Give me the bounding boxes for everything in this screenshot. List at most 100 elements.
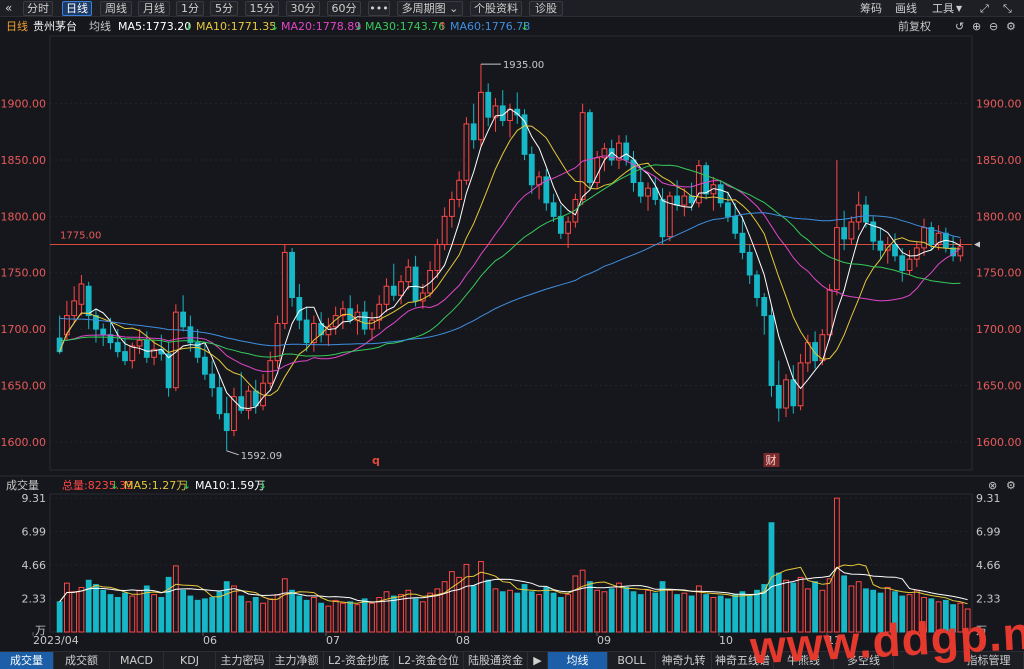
candle <box>579 103 586 206</box>
tab-macd[interactable]: MACD <box>110 652 164 669</box>
candle <box>412 255 419 307</box>
volume-bar <box>209 597 216 633</box>
candle-body <box>281 251 288 324</box>
tab-five-lines[interactable]: 神奇五线谱 <box>712 652 774 669</box>
volume-bar <box>783 579 789 633</box>
volume-bar <box>427 592 433 633</box>
volume-bar <box>775 572 782 633</box>
candle-body <box>775 384 782 409</box>
tab-l2-bottom[interactable]: L2-资金抄底 <box>324 652 394 669</box>
tab-main-code[interactable]: 主力密码 <box>216 652 270 669</box>
volume-bar <box>579 569 586 633</box>
date-tick: 09 <box>597 634 611 647</box>
tab-boll[interactable]: BOLL <box>608 652 656 669</box>
candle <box>855 191 862 230</box>
volume-bar <box>833 497 840 633</box>
tab-nine-turns[interactable]: 神奇九转 <box>656 652 712 669</box>
candle <box>448 191 455 228</box>
tab-bull-bear[interactable]: 牛熊线 <box>774 652 834 669</box>
candle <box>274 315 281 369</box>
candle-body <box>841 227 848 240</box>
tab-volume[interactable]: 成交量 <box>0 652 54 669</box>
candle <box>783 374 789 418</box>
candle <box>318 312 325 343</box>
candle-body <box>245 390 252 411</box>
dividend-marker: q <box>372 454 380 467</box>
candle <box>223 396 230 451</box>
volume-bar <box>645 589 651 633</box>
volume-bar <box>623 586 630 633</box>
tab-turnover[interactable]: 成交额 <box>54 652 110 669</box>
candle <box>325 317 332 346</box>
volume-bar <box>93 584 99 633</box>
candle-body <box>579 112 586 200</box>
volume-tick-left: 9.31 <box>22 492 47 505</box>
tab-ma[interactable]: 均线 <box>548 652 608 669</box>
volume-bar <box>122 592 128 633</box>
volume-bar <box>725 598 731 633</box>
volume-bar <box>151 594 157 633</box>
price-tick-right: 1750.00 <box>976 267 1022 280</box>
candle <box>768 306 775 397</box>
candle-body <box>790 379 797 407</box>
candle-body <box>681 195 688 206</box>
tab-main-net[interactable]: 主力净额 <box>270 652 324 669</box>
price-tick-left: 1850.00 <box>1 154 47 167</box>
scroll-right-icon[interactable]: ▶ <box>528 652 548 669</box>
volume-bar <box>158 597 165 633</box>
candle <box>754 270 760 307</box>
candle <box>354 304 361 335</box>
candle <box>797 353 804 411</box>
tab-long-short[interactable]: 多空线 <box>834 652 894 669</box>
volume-bar <box>376 597 383 633</box>
candle-body <box>674 195 680 206</box>
volume-bar <box>136 589 143 633</box>
candle <box>376 295 383 330</box>
volume-bar <box>332 599 339 633</box>
candle-body <box>383 285 390 305</box>
candle <box>528 146 535 194</box>
volume-bar <box>841 575 848 633</box>
volume-bar <box>470 585 477 633</box>
volume-bar <box>274 594 281 633</box>
candle <box>85 281 92 330</box>
volume-bar <box>347 601 354 633</box>
tab-l2-position[interactable]: L2-资金仓位 <box>394 652 464 669</box>
price-tick-left: 1800.00 <box>1 210 47 223</box>
volume-bar <box>180 589 187 633</box>
tab-hk-connect[interactable]: 陆股通资金 <box>464 652 528 669</box>
candle <box>172 304 179 392</box>
candle <box>209 360 216 397</box>
candle <box>93 308 99 343</box>
candle-body <box>637 182 644 197</box>
volume-bar <box>812 581 818 633</box>
indicator-tabs: 成交量 成交额 MACD KDJ 主力密码 主力净额 L2-资金抄底 L2-资金… <box>0 651 1024 669</box>
candle <box>136 329 143 354</box>
candle <box>645 182 651 211</box>
candle-body <box>783 379 789 409</box>
volume-bar <box>536 594 542 633</box>
kline-chart[interactable]: 1900.00 1900.00 1850.00 1850.00 1800.00 1800.… <box>0 0 1024 669</box>
volume-bar <box>550 592 557 633</box>
tab-kdj[interactable]: KDJ <box>164 652 216 669</box>
volume-bar <box>485 579 492 633</box>
candle-body <box>303 319 310 344</box>
volume-bar <box>928 598 935 633</box>
volume-bar <box>107 594 114 633</box>
candle <box>499 90 506 127</box>
candle-body <box>848 221 855 240</box>
candle <box>652 176 659 206</box>
finance-marker: 财 <box>766 453 777 467</box>
volume-bar <box>172 565 179 633</box>
candle <box>310 315 317 352</box>
volume-bar <box>804 588 811 633</box>
candle <box>470 103 477 149</box>
volume-bar <box>710 597 717 633</box>
candle <box>543 169 550 211</box>
candle-body <box>180 311 187 328</box>
candle-body <box>587 112 593 184</box>
tab-indicator-manage[interactable]: 指标管理 <box>954 652 1024 669</box>
date-tick: 2023/04 <box>33 634 79 647</box>
volume-bar <box>448 571 455 633</box>
volume-bar <box>383 591 390 633</box>
